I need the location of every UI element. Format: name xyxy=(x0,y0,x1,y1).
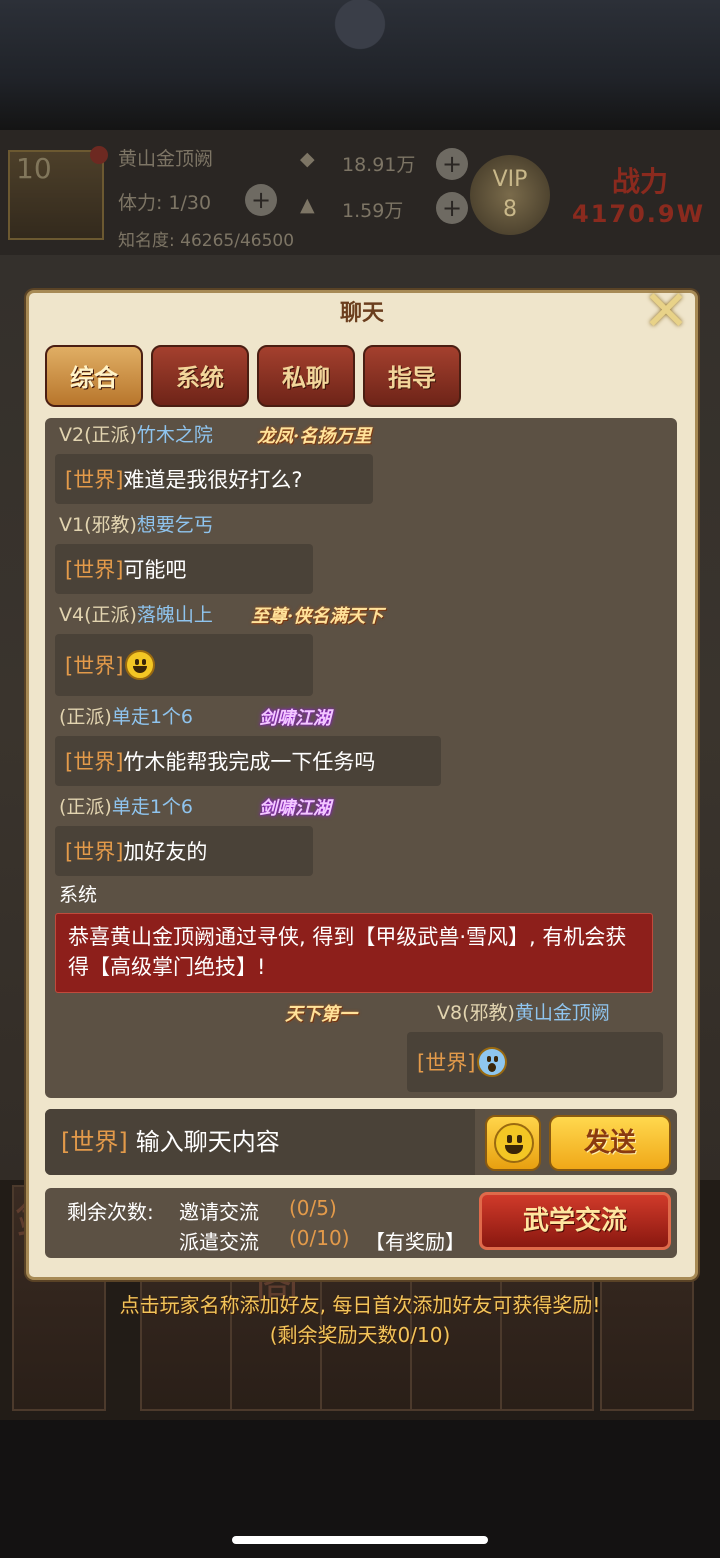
home-indicator[interactable] xyxy=(232,1536,488,1544)
sender-vip: (正派) xyxy=(59,796,112,818)
dispatch-count: (0/10) xyxy=(289,1226,350,1250)
dialog-title: 聊天 xyxy=(339,301,384,326)
tab-general[interactable]: 综合 xyxy=(45,345,143,407)
remaining-label: 剩余次数: xyxy=(67,1200,154,1224)
send-button[interactable]: 发送 xyxy=(549,1115,671,1171)
player-hud: 10 黄山金顶阙 体力: 1/30 + 知名度: 46265/46500 ◆ 1… xyxy=(0,130,720,255)
title-badge: 龙凤·名扬万里 xyxy=(257,426,372,447)
level-avatar[interactable]: 10 xyxy=(8,146,108,240)
add-gold-icon[interactable]: + xyxy=(436,192,468,224)
vip-badge[interactable]: VIP 8 xyxy=(470,155,550,235)
silver-icon: ◆ xyxy=(300,148,315,170)
scene-top-background xyxy=(0,0,720,130)
chat-bubble: [世界] xyxy=(55,634,313,696)
title-badge: 至尊·侠名满天下 xyxy=(251,606,384,627)
sender-vip: (正派) xyxy=(59,706,112,728)
smile-icon xyxy=(494,1123,534,1163)
roof-ornament xyxy=(300,0,420,80)
system-label: 系统 xyxy=(59,884,98,906)
sender-vip: V2(正派) xyxy=(59,424,137,446)
vip-label: VIP xyxy=(492,167,528,192)
fame-text: 知名度: 46265/46500 xyxy=(118,231,295,251)
channel-tag: [世界] xyxy=(65,558,124,582)
emoji-button[interactable] xyxy=(485,1115,541,1171)
system-message: 恭喜黄山金顶阙通过寻侠, 得到【甲级武兽·雪风】, 有机会获得【高级掌门绝技】! xyxy=(55,913,653,993)
tab-guide[interactable]: 指导 xyxy=(363,345,461,407)
invite-count: (0/5) xyxy=(289,1196,337,1220)
sender-name[interactable]: 单走1个6 xyxy=(112,706,193,728)
chat-bubble: [世界] 可能吧 xyxy=(55,544,313,594)
title-badge: 剑啸江湖 xyxy=(259,798,331,819)
power-label: 战力 xyxy=(612,165,669,198)
sender-name[interactable]: 单走1个6 xyxy=(112,796,193,818)
gold-icon: ▲ xyxy=(300,194,315,216)
tab-private[interactable]: 私聊 xyxy=(257,345,355,407)
message-text: 竹木能帮我完成一下任务吗 xyxy=(123,750,376,774)
message-header: V8(邪教)黄山金顶阙 xyxy=(437,998,610,1025)
smile-emoji-icon xyxy=(125,650,156,680)
add-silver-icon[interactable]: + xyxy=(436,148,468,180)
sender-vip: V1(邪教) xyxy=(59,514,137,536)
power-value: 4170.9W xyxy=(572,200,706,228)
hint-line-1: 点击玩家名称添加好友, 每日首次添加好友可获得奖励! xyxy=(119,1293,601,1317)
input-placeholder: 输入聊天内容 xyxy=(135,1128,280,1156)
channel-tag: [世界] xyxy=(65,654,124,678)
gold-amount: 1.59万 xyxy=(342,200,404,222)
message-header: (正派)单走1个6 xyxy=(59,792,193,819)
exchange-panel: 剩余次数: 邀请交流 (0/5) 派遣交流 (0/10) 【有奖励】 武学交流 xyxy=(45,1188,677,1258)
invite-label: 邀请交流 xyxy=(179,1200,259,1224)
sender-name[interactable]: 想要乞丐 xyxy=(137,514,213,536)
hint-line-2: (剩余奖励天数0/10) xyxy=(269,1323,451,1347)
sender-vip: V8(邪教) xyxy=(437,1002,515,1024)
chat-bubble: [世界] 加好友的 xyxy=(55,826,313,876)
chat-input-row: [世界] 输入聊天内容 发送 xyxy=(45,1109,677,1175)
reward-label: 【有奖励】 xyxy=(365,1230,465,1254)
channel-tag: [世界] xyxy=(65,468,124,492)
chat-message-list[interactable]: V2(正派)竹木之院 龙凤·名扬万里 [世界] 难道是我很好打么? V1(邪教)想… xyxy=(45,418,677,1098)
friend-hint: 点击玩家名称添加好友, 每日首次添加好友可获得奖励! (剩余奖励天数0/10) xyxy=(0,1290,720,1350)
sender-name[interactable]: 竹木之院 xyxy=(137,424,213,446)
shocked-emoji-icon xyxy=(477,1047,508,1077)
stamina-text: 体力: 1/30 xyxy=(118,192,212,214)
chat-bubble: [世界] 竹木能帮我完成一下任务吗 xyxy=(55,736,441,786)
sender-vip: V4(正派) xyxy=(59,604,137,626)
chat-dialog: 聊天 综合 系统 私聊 指导 V2(正派)竹木之院 龙凤·名扬万里 [世界] 难道… xyxy=(26,290,698,1280)
vip-level: 8 xyxy=(503,197,517,222)
player-name: 黄山金顶阙 xyxy=(118,148,214,170)
title-badge: 天下第一 xyxy=(285,1004,357,1025)
silver-amount: 18.91万 xyxy=(342,154,416,176)
message-header: V2(正派)竹木之院 xyxy=(59,420,213,447)
channel-tag: [世界] xyxy=(417,1051,476,1075)
channel-tag: [世界] xyxy=(65,840,124,864)
message-text: 可能吧 xyxy=(123,558,187,582)
notification-dot-icon xyxy=(90,146,108,164)
message-header: V4(正派)落魄山上 xyxy=(59,600,213,627)
chat-bubble: [世界] 难道是我很好打么? xyxy=(55,454,373,504)
chat-input[interactable]: [世界] 输入聊天内容 xyxy=(45,1109,475,1175)
chat-bubble: [世界] xyxy=(407,1032,663,1092)
sender-name[interactable]: 黄山金顶阙 xyxy=(515,1002,610,1024)
tab-system[interactable]: 系统 xyxy=(151,345,249,407)
message-header: (正派)单走1个6 xyxy=(59,702,193,729)
title-badge: 剑啸江湖 xyxy=(259,708,331,729)
message-text: 加好友的 xyxy=(123,840,208,864)
sender-name[interactable]: 落魄山上 xyxy=(137,604,213,626)
dispatch-label: 派遣交流 xyxy=(179,1230,259,1254)
level-number: 10 xyxy=(16,152,52,185)
message-header: V1(邪教)想要乞丐 xyxy=(59,510,213,537)
input-channel-tag[interactable]: [世界] xyxy=(61,1128,128,1156)
message-text: 难道是我很好打么? xyxy=(123,468,303,492)
add-stamina-icon[interactable]: + xyxy=(245,184,277,216)
close-icon[interactable]: ✕ xyxy=(634,282,698,346)
martial-exchange-button[interactable]: 武学交流 xyxy=(479,1192,671,1250)
channel-tag: [世界] xyxy=(65,750,124,774)
